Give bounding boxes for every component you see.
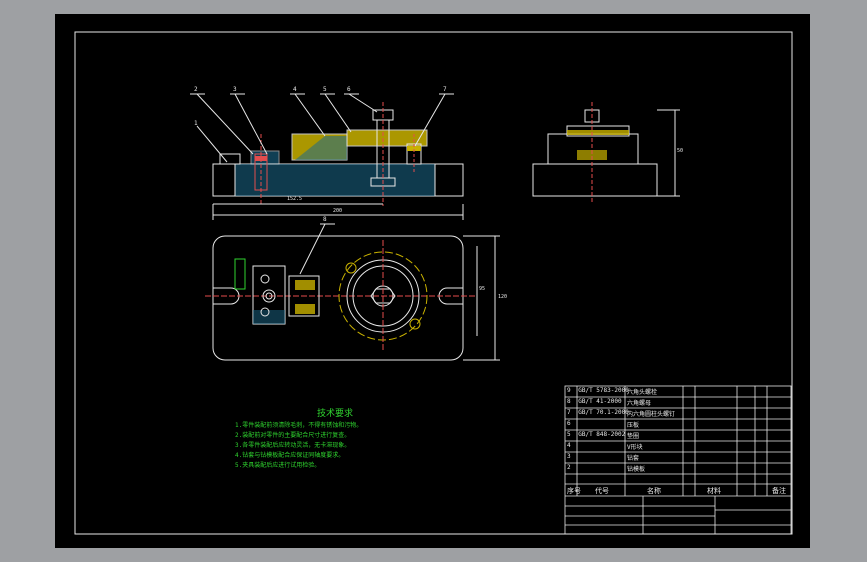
parts-list-row-name-8: 六角螺母: [627, 400, 652, 407]
row-code: GB/T 848-2002: [578, 431, 626, 438]
note-line-5: 5.夹具装配后应进行试用检验。: [235, 462, 321, 469]
side-base: [532, 163, 658, 197]
row-no: 2: [567, 464, 571, 471]
notes-title: 技术要求: [317, 409, 354, 419]
left-support: [219, 153, 241, 165]
parts-list-row-5: 5 GB/T 848-2002: [567, 431, 625, 438]
header-mat: 材料: [707, 487, 721, 495]
row-no: 3: [567, 453, 571, 460]
note-line-1: 1.零件装配前须清除毛刺，不得有锈蚀和污物。: [235, 422, 363, 429]
header-code: 代号: [595, 487, 609, 495]
dim-base-inner: 152.5: [287, 196, 303, 202]
balloon-2: 2: [194, 86, 198, 93]
parts-list-row-name-5: 垫圈: [627, 433, 640, 440]
drawing-sheet: 9 GB/T 5783-2000 六角头螺栓 8 GB/T 41-2000 六角…: [55, 14, 810, 548]
balloon-7: 7: [443, 86, 447, 93]
parts-list-row-name-3: 钻套: [627, 455, 640, 462]
parts-list-row-2: 2: [567, 464, 571, 471]
row-no: 9: [567, 387, 571, 394]
balloon-4: 4: [293, 86, 297, 93]
parts-list-row-8: 8 GB/T 41-2000: [567, 398, 622, 405]
parts-list-row-name-7: 内六角圆柱头螺钉: [627, 411, 676, 418]
cad-drawing: [74, 31, 793, 535]
row-code: GB/T 70.1-2000: [578, 409, 629, 416]
front-section-view: [190, 93, 464, 220]
plan-base: [212, 235, 464, 361]
balloon-3: 3: [233, 86, 237, 93]
row-no: 8: [567, 398, 571, 405]
row-code: GB/T 41-2000: [578, 398, 622, 405]
balloon-6: 6: [347, 86, 351, 93]
parts-list-row-name-4: V形块: [627, 444, 643, 451]
balloon-1: 1: [194, 120, 198, 127]
side-view: [532, 102, 680, 204]
parts-list-row-name-9: 六角头螺栓: [627, 389, 658, 396]
inner-frame: [74, 31, 793, 535]
parts-list-row-4: 4: [567, 442, 571, 449]
row-no: 4: [567, 442, 571, 449]
plan-view: [205, 223, 500, 361]
parts-list-row-name-6: 压板: [627, 422, 640, 429]
dim-side-height: 50: [677, 148, 684, 154]
parts-list-row-9: 9 GB/T 5783-2000: [567, 387, 629, 394]
parts-list-row-6: 6: [567, 420, 571, 427]
note-line-2: 2.装配前对零件的主要配合尺寸进行复查。: [235, 432, 351, 439]
dim-plan-height-outer: 120: [498, 294, 508, 300]
header-name: 名称: [647, 487, 661, 495]
header-note: 备注: [772, 487, 786, 495]
row-no: 6: [567, 420, 571, 427]
parts-list-row-name-2: 钻模板: [627, 466, 646, 473]
row-no: 5: [567, 431, 571, 438]
note-line-3: 3.各零件装配后应转动灵活，无卡滞现象。: [235, 442, 351, 449]
parts-list-row-7: 7 GB/T 70.1-2000: [567, 409, 629, 416]
header-no: 序号: [567, 487, 581, 495]
dim-base-total: 200: [333, 208, 343, 214]
row-no: 7: [567, 409, 571, 416]
balloon-8: 8: [323, 216, 327, 223]
row-code: GB/T 5783-2000: [578, 387, 629, 394]
balloon-5: 5: [323, 86, 327, 93]
parts-list-header: 序号: [567, 486, 581, 496]
base-hatch: [235, 164, 435, 196]
dim-plan-height: 95: [479, 286, 486, 292]
note-line-4: 4.钻套与钻模板配合应保证同轴度要求。: [235, 452, 345, 459]
parts-list-row-3: 3: [567, 453, 571, 460]
